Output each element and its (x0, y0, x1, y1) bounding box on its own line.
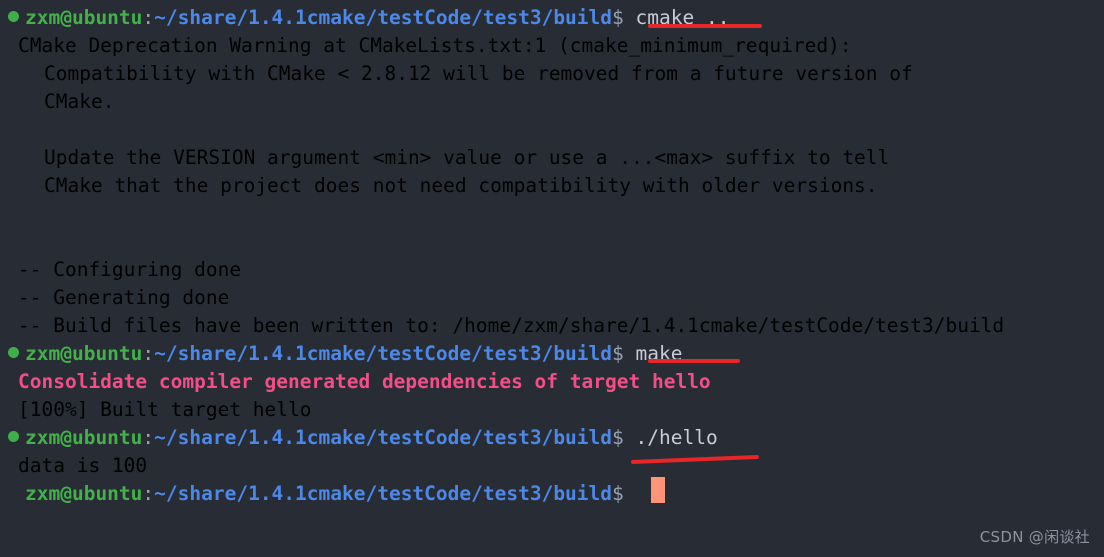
prompt-status-dot (8, 347, 19, 358)
prompt-symbol: $ (612, 6, 624, 29)
prompt-path: ~/share/1.4.1cmake/testCode/test3/build (154, 342, 613, 365)
terminal-line-consolidate: Consolidate compiler generated dependenc… (18, 370, 711, 393)
terminal-line-output: -- Configuring done (18, 258, 242, 281)
prompt-status-dot (8, 431, 19, 442)
terminal-cursor (651, 477, 665, 503)
prompt-separator: : (142, 426, 155, 449)
prompt-user-host: zxm@ubuntu (25, 426, 143, 449)
prompt-path: ~/share/1.4.1cmake/testCode/test3/build (154, 482, 613, 505)
terminal-line-output: CMake that the project does not need com… (44, 174, 878, 197)
annotation-underline-cmake (648, 24, 762, 28)
terminal-line-output: -- Build files have been written to: /ho… (18, 314, 1005, 337)
prompt-separator: : (142, 6, 155, 29)
prompt-status-dot (8, 11, 19, 22)
prompt-symbol: $ (612, 482, 624, 505)
terminal-line-output: data is 100 (18, 454, 148, 477)
terminal-line-output: Compatibility with CMake < 2.8.12 will b… (44, 62, 913, 85)
terminal-line-output: Update the VERSION argument <min> value … (44, 146, 890, 169)
terminal-line-output: [100%] Built target hello (18, 398, 312, 421)
prompt-user-host: zxm@ubuntu (25, 342, 143, 365)
terminal-line-output: CMake Deprecation Warning at CMakeLists.… (18, 34, 852, 57)
terminal-line-prompt-make: zxm@ubuntu:~/share/1.4.1cmake/testCode/t… (0, 340, 1104, 368)
prompt-path: ~/share/1.4.1cmake/testCode/test3/build (154, 426, 613, 449)
prompt-symbol: $ (612, 342, 624, 365)
terminal-line-prompt-cmake: zxm@ubuntu:~/share/1.4.1cmake/testCode/t… (0, 4, 1104, 32)
terminal-line-prompt-hello: zxm@ubuntu:~/share/1.4.1cmake/testCode/t… (0, 424, 1104, 452)
terminal-line-output: -- Generating done (18, 286, 230, 309)
prompt-user-host: zxm@ubuntu (25, 482, 143, 505)
terminal-output-area: zxm@ubuntu:~/share/1.4.1cmake/testCode/t… (0, 4, 1104, 508)
csdn-watermark: CSDN @闲谈社 (979, 528, 1090, 546)
prompt-separator: : (142, 482, 155, 505)
prompt-user-host: zxm@ubuntu (25, 6, 143, 29)
prompt-symbol: $ (612, 426, 624, 449)
terminal-window[interactable]: zxm@ubuntu:~/share/1.4.1cmake/testCode/t… (0, 0, 1104, 557)
prompt-separator: : (142, 342, 155, 365)
terminal-line-output: CMake. (44, 90, 115, 113)
command-hello: ./hello (635, 426, 718, 449)
terminal-line-prompt-final: zxm@ubuntu:~/share/1.4.1cmake/testCode/t… (0, 480, 1104, 508)
annotation-underline-make (648, 359, 740, 363)
prompt-path: ~/share/1.4.1cmake/testCode/test3/build (154, 6, 613, 29)
